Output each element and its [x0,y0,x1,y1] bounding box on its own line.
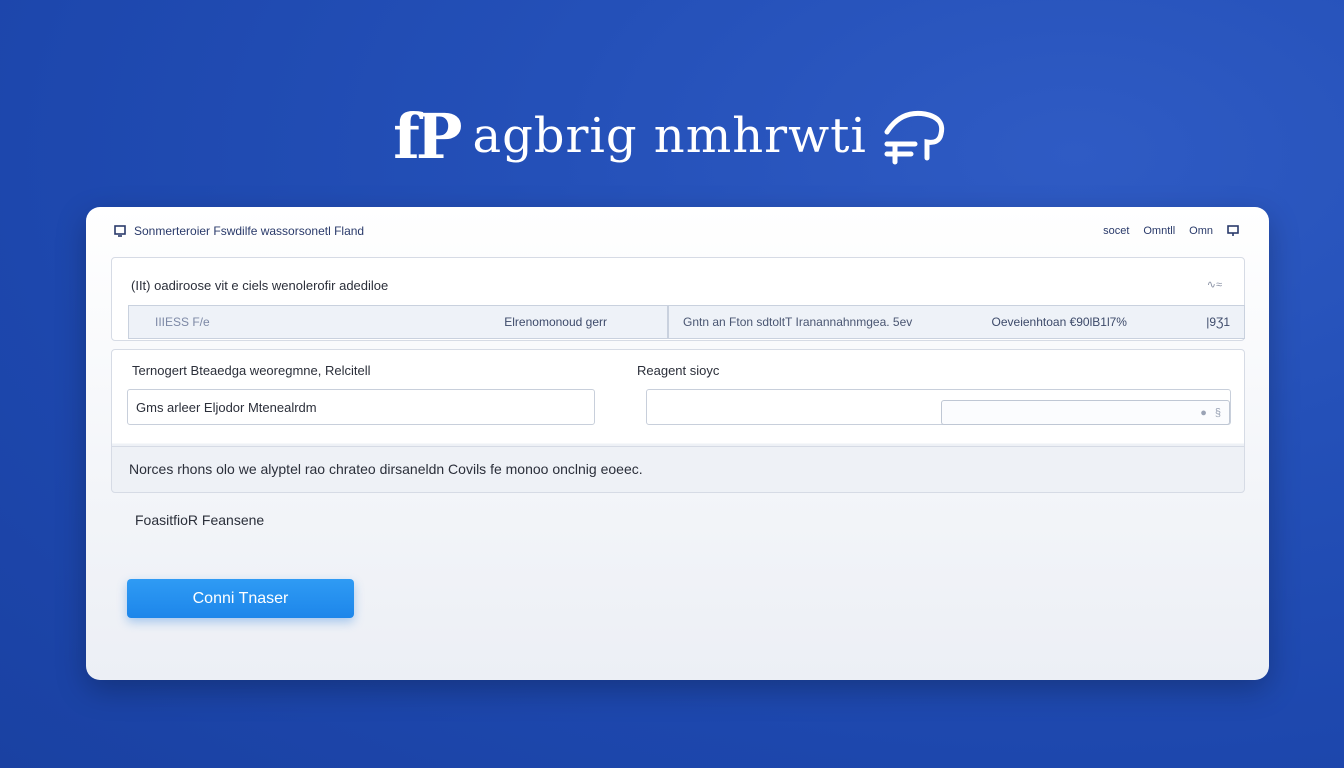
footer-label: FoasitfioR Feansene [135,512,265,528]
select-arrow-icon: § [1214,406,1221,419]
submit-button[interactable]: Conni Tnaser [127,579,354,618]
select-dot-icon: ● [1200,406,1207,419]
summary-mid-text: Gntn an Fton sdtoltT Iranannahnmgea. 5ev [683,315,913,329]
summary-cell-right[interactable]: Gntn an Fton sdtoltT Iranannahnmgea. 5ev… [668,305,1245,339]
window-icon [114,225,126,237]
summary-left-label: IIIESS F/e [155,315,210,329]
summary-right-end: |9Ʒ1 [1206,315,1230,329]
header-link-3[interactable]: Omn [1189,225,1213,237]
collapse-icon[interactable]: ∿≈ [1207,278,1222,291]
logo-title: agbrig nmhrwti [472,108,867,164]
notice-text: Norces rhons olo we alyptel rao chrateo … [129,461,643,477]
form-panel: Ternogert Bteaedga weoregmne, Relcitell … [111,349,1245,493]
header-link-2[interactable]: Omntll [1143,225,1175,237]
form-card: Sonmerteroier Fswdilfe wassorsonetl Flan… [86,207,1269,680]
summary-cell-left[interactable]: IIIESS F/e Elrenomonoud gerr [128,305,668,339]
monitor-icon[interactable] [1227,225,1239,237]
summary-left-value: Elrenomonoud gerr [504,315,607,329]
summary-panel: (IIt) oadiroose vit e ciels wenolerofir … [111,257,1245,341]
summary-right-value: Oeveienhtoan €90lB1l7% [991,315,1127,329]
field2-label: Reagent sioyc [637,363,720,378]
panel-divider [112,446,1244,447]
field1-label: Ternogert Bteaedga weoregmne, Relcitell [132,363,371,378]
field2-select[interactable]: ● § [941,400,1230,425]
card-title: Sonmerteroier Fswdilfe wassorsonetl Flan… [134,224,365,238]
summary-title: (IIt) oadiroose vit e ciels wenolerofir … [131,278,389,293]
logo-icon [884,110,944,165]
header-link-1[interactable]: socet [1103,225,1129,237]
summary-row: IIIESS F/e Elrenomonoud gerr Gntn an Fto… [128,305,1245,341]
field1-input[interactable]: Gms arleer Eljodor Mtenealrdm [127,389,595,425]
card-header: Sonmerteroier Fswdilfe wassorsonetl Flan… [114,221,1239,241]
logo-mark: fP [393,99,462,173]
brand-logo: fP agbrig nmhrwti [0,96,1344,176]
